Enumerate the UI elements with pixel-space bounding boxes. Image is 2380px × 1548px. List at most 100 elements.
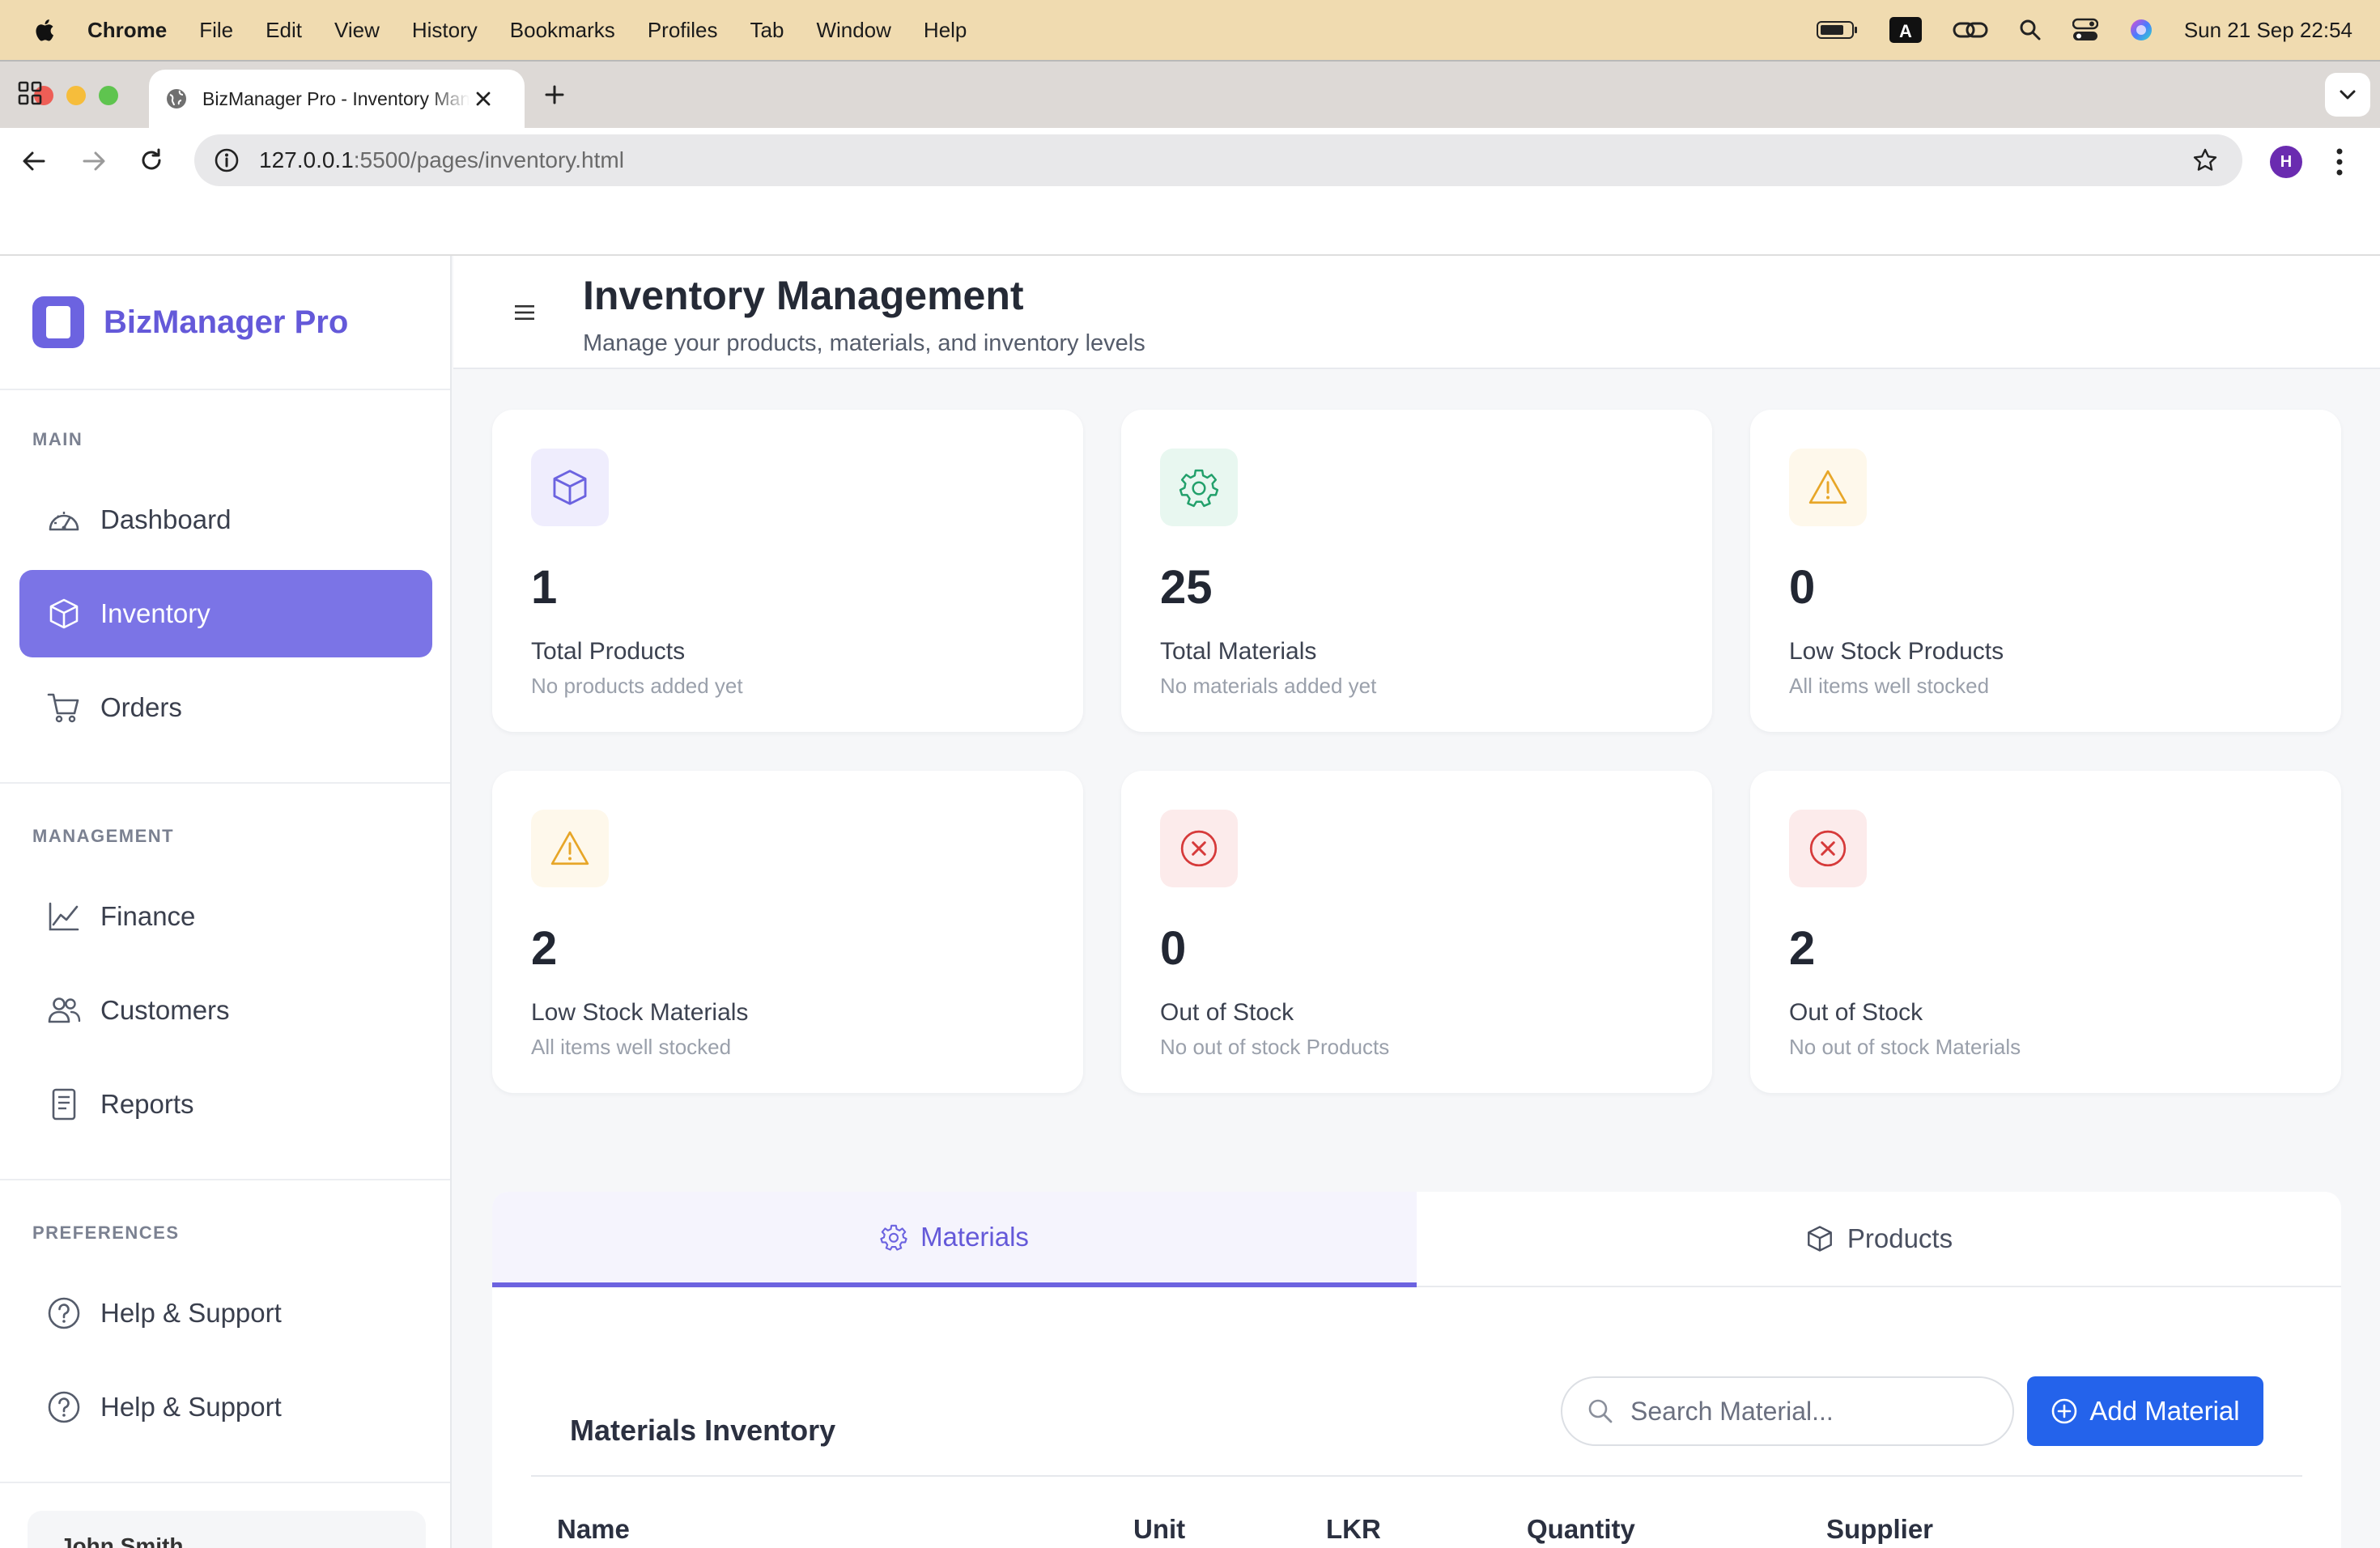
reload-icon[interactable] <box>139 148 164 172</box>
tab-strip: BizManager Pro - Inventory Management <box>0 62 2380 128</box>
sidebar-item-label: Dashboard <box>100 504 232 534</box>
sidebar: BizManager Pro MAIN Dashboard Inventory <box>0 256 452 1548</box>
site-info-icon[interactable] <box>214 147 240 173</box>
brand-name: BizManager Pro <box>104 304 349 340</box>
macos-menu-bar: Chrome File Edit View History Bookmarks … <box>0 0 2380 60</box>
add-material-label: Add Material <box>2089 1396 2240 1426</box>
sidebar-item-reports[interactable]: Reports <box>19 1061 432 1148</box>
input-source-icon[interactable]: A <box>1889 17 1922 43</box>
close-tab-icon[interactable] <box>474 90 492 108</box>
address-bar[interactable]: 127.0.0.1:5500/pages/inventory.html <box>194 134 2242 186</box>
menu-tab[interactable]: Tab <box>750 18 784 43</box>
sidebar-item-help-support-2[interactable]: Help & Support <box>19 1363 432 1451</box>
page-subtitle: Manage your products, materials, and inv… <box>583 330 1145 356</box>
stat-label: Low Stock Materials <box>531 999 749 1026</box>
menu-profiles[interactable]: Profiles <box>648 18 718 43</box>
menu-window[interactable]: Window <box>816 18 890 43</box>
stat-icon-box <box>531 810 609 887</box>
column-header-lkr[interactable]: LKR <box>1326 1514 1381 1545</box>
browser-tab[interactable]: BizManager Pro - Inventory Management <box>149 70 525 128</box>
section-title-management: MANAGEMENT <box>32 826 175 846</box>
apps-grid-icon[interactable] <box>18 81 42 105</box>
x-circle-icon <box>1180 830 1218 867</box>
brand[interactable]: BizManager Pro <box>32 296 348 348</box>
bookmarks-bar <box>0 81 2380 256</box>
more-vert-icon[interactable] <box>2335 147 2344 176</box>
users-icon <box>48 997 81 1023</box>
column-header-quantity[interactable]: Quantity <box>1527 1514 1635 1545</box>
stat-label: Total Products <box>531 638 686 665</box>
profile-initial: H <box>2280 152 2293 171</box>
dashboard-icon <box>49 512 79 531</box>
menu-history[interactable]: History <box>412 18 478 43</box>
sidebar-item-inventory[interactable]: Inventory <box>19 570 432 657</box>
apple-icon[interactable] <box>32 16 57 44</box>
control-center-icon[interactable] <box>2072 18 2098 42</box>
question-icon <box>48 1297 80 1329</box>
tab-search-button[interactable] <box>2325 73 2370 117</box>
new-tab-icon[interactable] <box>544 84 565 105</box>
stat-subtext: No out of stock Materials <box>1789 1035 2021 1059</box>
stat-card-total-materials: 25 Total Materials No materials added ye… <box>1121 410 1712 732</box>
warning-icon <box>1808 470 1847 504</box>
url-text: 127.0.0.1:5500/pages/inventory.html <box>259 147 624 172</box>
sidebar-divider <box>0 1179 450 1180</box>
section-title: Materials Inventory <box>570 1414 836 1447</box>
web-app: BizManager Pro MAIN Dashboard Inventory <box>0 256 2380 1548</box>
column-header-supplier[interactable]: Supplier <box>1826 1514 1933 1545</box>
tab-label: Products <box>1847 1223 1953 1253</box>
stat-icon-box <box>1789 449 1867 526</box>
stat-subtext: No out of stock Products <box>1160 1035 1390 1059</box>
stat-card-low-stock-products: 0 Low Stock Products All items well stoc… <box>1750 410 2341 732</box>
sidebar-item-orders[interactable]: Orders <box>19 664 432 751</box>
column-header-unit[interactable]: Unit <box>1133 1514 1185 1545</box>
tab-title: BizManager Pro - Inventory Management <box>202 87 470 109</box>
warning-icon <box>550 831 589 865</box>
x-circle-icon <box>1809 830 1847 867</box>
menu-file[interactable]: File <box>199 18 233 43</box>
hamburger-menu-icon[interactable] <box>515 304 534 321</box>
menu-bar-clock[interactable]: Sun 21 Sep 22:54 <box>2184 18 2352 43</box>
forward-arrow-icon[interactable] <box>81 150 107 172</box>
menu-edit[interactable]: Edit <box>266 18 302 43</box>
stat-subtext: No products added yet <box>531 674 743 698</box>
siri-icon[interactable] <box>2129 18 2153 42</box>
menu-view[interactable]: View <box>334 18 380 43</box>
panel-divider <box>531 1475 2302 1477</box>
menu-app-name[interactable]: Chrome <box>87 18 167 43</box>
menu-bookmarks[interactable]: Bookmarks <box>510 18 615 43</box>
tab-materials[interactable]: Materials <box>492 1192 1417 1287</box>
profile-avatar[interactable]: H <box>2270 146 2302 178</box>
tab-label: Materials <box>920 1222 1029 1252</box>
sidebar-item-label: Orders <box>100 692 182 722</box>
window-minimize-button[interactable] <box>66 86 86 105</box>
link-icon[interactable] <box>1953 19 1988 41</box>
stat-subtext: All items well stocked <box>531 1035 732 1059</box>
search-material-input[interactable]: Search Material... <box>1561 1376 2014 1446</box>
stat-value: 25 <box>1160 561 1213 614</box>
stat-card-out-of-stock-products: 0 Out of Stock No out of stock Products <box>1121 771 1712 1093</box>
spotlight-search-icon[interactable] <box>2019 19 2042 41</box>
window-zoom-button[interactable] <box>99 86 118 105</box>
stat-label: Low Stock Products <box>1789 638 2004 665</box>
menu-help[interactable]: Help <box>924 18 967 43</box>
sidebar-divider <box>0 389 450 390</box>
add-material-button[interactable]: Add Material <box>2027 1376 2263 1446</box>
user-card[interactable]: John Smith <box>28 1511 426 1548</box>
stat-card-total-products: 1 Total Products No products added yet <box>492 410 1083 732</box>
battery-icon[interactable] <box>1816 19 1859 40</box>
gear-icon <box>1179 469 1219 508</box>
sidebar-item-finance[interactable]: Finance <box>19 873 432 960</box>
sidebar-item-help-support[interactable]: Help & Support <box>19 1269 432 1357</box>
section-title-preferences: PREFERENCES <box>32 1223 180 1243</box>
back-arrow-icon[interactable] <box>21 150 47 172</box>
box-icon <box>1807 1226 1832 1252</box>
sidebar-item-customers[interactable]: Customers <box>19 967 432 1054</box>
sidebar-item-dashboard[interactable]: Dashboard <box>19 476 432 563</box>
stat-value: 1 <box>531 561 558 614</box>
stat-icon-box <box>1160 810 1238 887</box>
column-header-name[interactable]: Name <box>557 1514 630 1545</box>
stat-value: 0 <box>1160 922 1187 975</box>
tab-products[interactable]: Products <box>1417 1192 2341 1287</box>
bookmark-star-icon[interactable] <box>2192 147 2218 173</box>
